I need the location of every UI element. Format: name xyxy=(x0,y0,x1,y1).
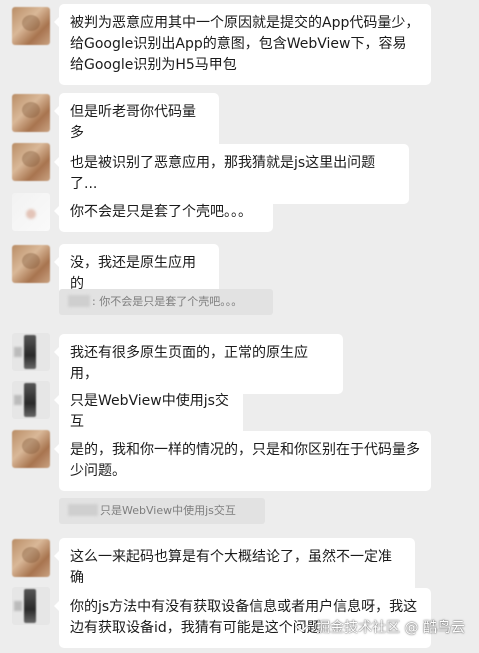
message-text: 只是WebView中使用js交互 xyxy=(70,393,229,430)
message-bubble[interactable]: 被判为恶意应用其中一个原因就是提交的App代码量少，给Google识别出App的… xyxy=(54,4,431,85)
quote-text: : 你不会是只是套了个壳吧。。。 xyxy=(92,295,243,308)
quoted-sender-name xyxy=(68,504,98,516)
message-bubble[interactable]: 你不会是只是套了个壳吧。。。 xyxy=(54,193,273,232)
sender-avatar[interactable] xyxy=(12,333,50,371)
quote-text: 只是WebView中使用js交互 xyxy=(100,504,236,517)
watermark: 掘金技术社区 @ 酷鸟云 xyxy=(294,617,465,637)
sender-avatar[interactable] xyxy=(12,7,50,45)
sender-avatar[interactable] xyxy=(12,381,50,419)
sender-avatar[interactable] xyxy=(12,245,50,283)
quoted-sender-name xyxy=(68,295,90,307)
sender-avatar[interactable] xyxy=(12,193,50,231)
sender-avatar[interactable] xyxy=(12,143,50,181)
message-text: 我还有很多原生页面的，正常的原生应用， xyxy=(70,345,308,382)
message-text: 但是听老哥你代码量多 xyxy=(70,104,196,141)
quoted-reply[interactable]: 只是WebView中使用js交互 xyxy=(59,498,265,524)
sender-avatar[interactable] xyxy=(12,94,50,132)
message-text: 是的，我和你一样的情况的，只是和你区别在于代码量多少问题。 xyxy=(70,442,420,479)
sender-avatar[interactable] xyxy=(12,539,50,577)
message-text: 被判为恶意应用其中一个原因就是提交的App代码量少，给Google识别出App的… xyxy=(70,15,420,73)
sender-avatar[interactable] xyxy=(12,430,50,468)
chat-history: 被判为恶意应用其中一个原因就是提交的App代码量少，给Google识别出App的… xyxy=(0,0,479,653)
message-text: 这么一来起码也算是有个大概结论了，虽然不一定准确 xyxy=(70,549,392,586)
message-text: 你不会是只是套了个壳吧。。。 xyxy=(70,204,252,220)
juejin-logo-icon xyxy=(295,620,309,633)
watermark-text: 掘金技术社区 @ 酷鸟云 xyxy=(316,620,465,636)
sender-avatar[interactable] xyxy=(12,587,50,625)
message-bubble[interactable]: 是的，我和你一样的情况的，只是和你区别在于代码量多少问题。 xyxy=(54,431,431,491)
quoted-reply[interactable]: : 你不会是只是套了个壳吧。。。 xyxy=(59,289,273,315)
message-text: 也是被识别了恶意应用，那我猜就是js这里出问题了... xyxy=(70,155,376,192)
message-text: 没，我还是原生应用的 xyxy=(70,255,196,292)
